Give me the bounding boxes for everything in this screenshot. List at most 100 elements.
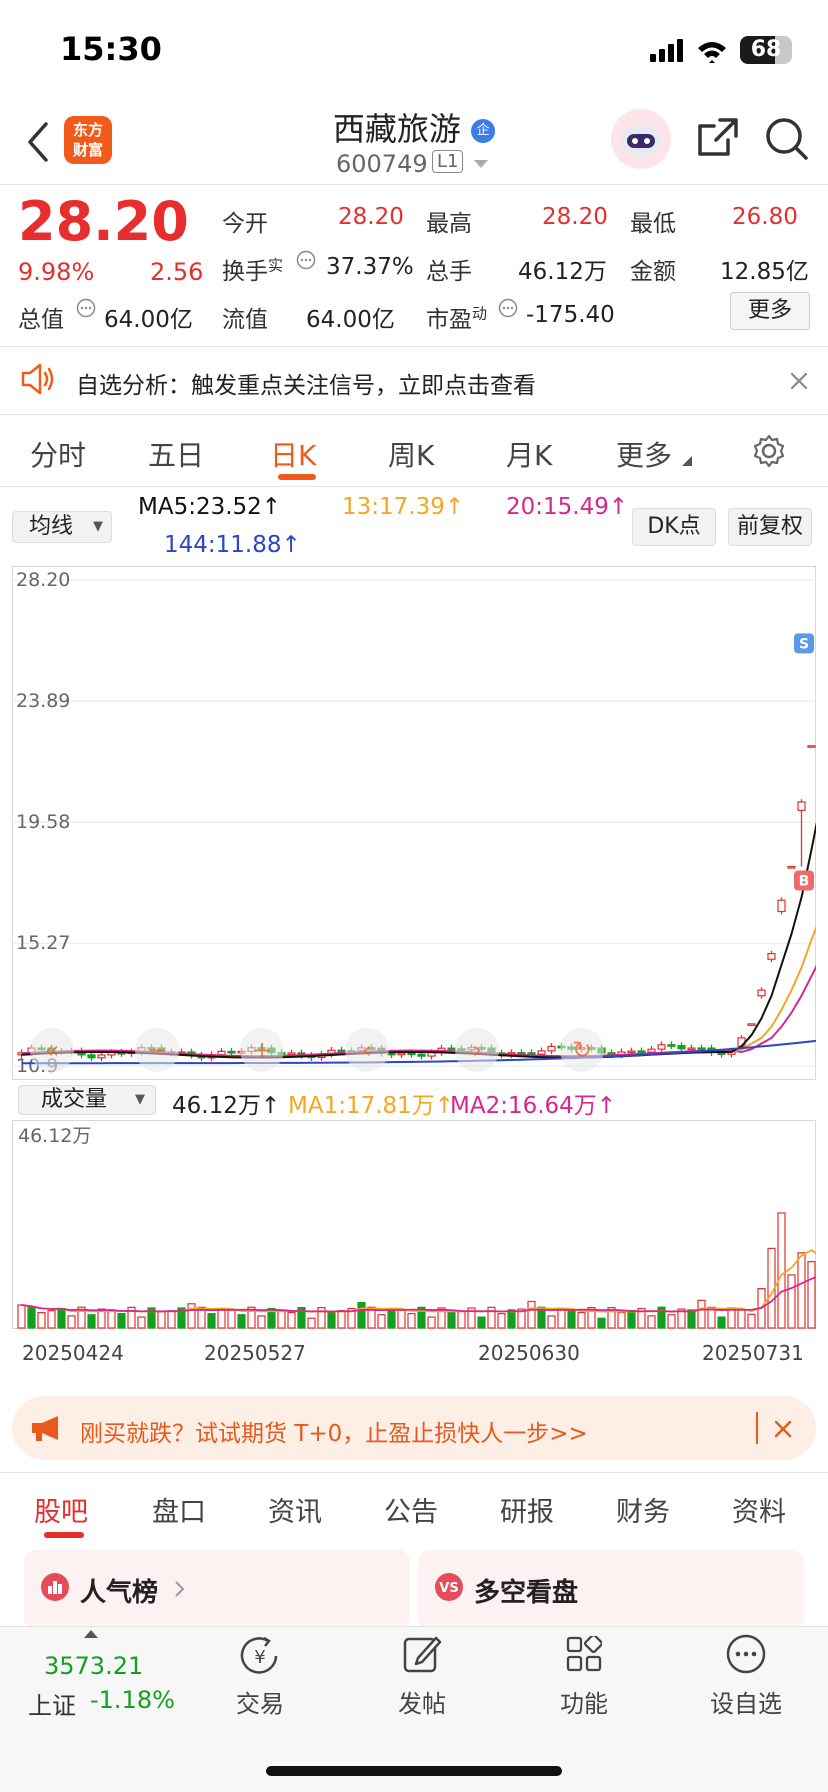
tab-research[interactable]: 研报 [500, 1490, 554, 1529]
chart-control-glyph: − [147, 1036, 167, 1064]
tab-more[interactable]: 更多 [616, 434, 672, 474]
volume-bar [67, 1315, 76, 1329]
open-label: 今开 [222, 211, 268, 237]
candle [217, 1050, 226, 1056]
more-dots-icon[interactable] [726, 1634, 766, 1674]
volume-ma2: MA2:16.64万↑ [450, 1093, 617, 1119]
triangle-down-icon [682, 456, 692, 466]
turnover-real-mark: 实 [268, 256, 284, 275]
x-axis-date-label: 20250630 [478, 1341, 580, 1365]
ranking-icon [41, 1573, 69, 1601]
volume-bar [717, 1316, 726, 1329]
tab-five-day[interactable]: 五日 [148, 434, 204, 474]
volume-bar [647, 1315, 656, 1329]
close-icon[interactable] [790, 372, 808, 390]
tab-guba[interactable]: 股吧 [34, 1490, 88, 1529]
signal-wifi-icons [650, 39, 726, 63]
volume-chart[interactable]: 46.12万 20250424 20250527 20250630 20250731 [12, 1120, 816, 1382]
nav-trade[interactable]: 交易 [190, 1684, 330, 1719]
open-value: 28.20 [338, 204, 404, 230]
candle [527, 1052, 536, 1055]
candle [767, 953, 776, 960]
volume-bar [737, 1308, 746, 1329]
notice-text[interactable]: 自选分析：触发重点关注信号，立即点击查看 [76, 366, 536, 400]
tab-financials[interactable]: 财务 [616, 1490, 670, 1529]
volume-bar [787, 1274, 796, 1329]
candle [407, 1052, 416, 1056]
chart-control-glyph: ↻ [572, 1036, 592, 1064]
robot-assistant-icon[interactable] [610, 108, 672, 170]
volume-bar [27, 1307, 36, 1329]
trade-yuan-icon[interactable]: ¥ [238, 1636, 282, 1676]
nav-add-watchlist[interactable]: 设自选 [676, 1684, 816, 1719]
tab-profile[interactable]: 资料 [732, 1490, 786, 1529]
tab-intraday[interactable]: 分时 [30, 434, 86, 474]
more-button[interactable]: 更多 [730, 292, 810, 330]
y-tick-label: 28.20 [16, 569, 70, 591]
promo-text[interactable]: 刚买就跌？试试期货 T+0，止盈止损快人一步>> [80, 1414, 588, 1448]
search-icon[interactable] [764, 116, 810, 162]
pe-dynamic-mark: 动 [472, 304, 488, 323]
index-value[interactable]: 3573.21 [44, 1652, 143, 1680]
tab-daily-k[interactable]: 日K [270, 434, 316, 474]
volume-bar [187, 1303, 196, 1329]
level-badge[interactable]: L1 [432, 150, 464, 173]
volume-bar [627, 1310, 636, 1329]
popularity-card-title[interactable]: 人气榜 [80, 1572, 158, 1609]
volume-bar [227, 1308, 236, 1329]
candlestick-chart[interactable]: 28.2023.8919.5815.2710.9BS«−+‹›↻ [12, 566, 816, 1080]
index-change[interactable]: -1.18% [90, 1686, 175, 1714]
chart-control-glyph: › [472, 1036, 482, 1064]
candle [97, 1054, 106, 1059]
volume-bar [527, 1300, 536, 1329]
chevron-right-icon[interactable] [174, 1580, 186, 1598]
info-dots-icon[interactable] [76, 298, 96, 318]
candle [397, 1052, 406, 1056]
vs-icon: VS [435, 1573, 463, 1601]
candle [537, 1050, 546, 1055]
tab-weekly-k[interactable]: 周K [388, 434, 434, 474]
chevron-down-icon[interactable] [474, 160, 488, 170]
info-dots-icon[interactable] [498, 298, 518, 318]
candle [547, 1045, 556, 1052]
volume-bar [807, 1261, 816, 1329]
compose-icon[interactable] [402, 1634, 442, 1674]
tab-monthly-k[interactable]: 月K [506, 434, 552, 474]
wifi-icon [698, 42, 726, 63]
volume-bar [447, 1310, 456, 1329]
indicator-selector[interactable]: 均线 ▼ [12, 511, 112, 543]
volume-indicator-selector[interactable]: 成交量 ▼ [18, 1085, 156, 1115]
nav-post[interactable]: 发帖 [352, 1684, 492, 1719]
bull-bear-card-title[interactable]: 多空看盘 [474, 1572, 578, 1609]
share-icon[interactable] [696, 116, 740, 160]
volume-bar [337, 1310, 346, 1329]
nav-functions[interactable]: 功能 [514, 1684, 654, 1719]
tab-news[interactable]: 资讯 [268, 1490, 322, 1529]
ma144-label: 144:11.88↑ [164, 532, 301, 558]
active-section-underline [44, 1532, 84, 1538]
tab-announcements[interactable]: 公告 [384, 1490, 438, 1529]
volume-bar [137, 1316, 146, 1329]
adjust-price-button[interactable]: 前复权 [728, 508, 812, 546]
buy-marker-label: B [799, 874, 810, 890]
volume-bar [497, 1313, 506, 1329]
total-value-label: 总值 [18, 307, 64, 333]
indicator-selector-label: 均线 [29, 514, 74, 539]
volume-bar [157, 1310, 166, 1329]
low-value: 26.80 [732, 204, 798, 230]
gear-icon[interactable] [752, 434, 786, 468]
chart-control-glyph: ‹ [362, 1036, 372, 1064]
volume-bar [617, 1311, 626, 1329]
volume-label: 总手 [426, 259, 472, 285]
volume-bar [597, 1317, 606, 1329]
signal-bar-3 [668, 44, 674, 62]
volume-bar [747, 1313, 756, 1329]
dk-point-button[interactable]: DK点 [632, 508, 716, 546]
close-icon[interactable] [774, 1420, 792, 1438]
volume-bar [667, 1314, 676, 1329]
tab-order-book[interactable]: 盘口 [152, 1490, 206, 1529]
high-value: 28.20 [542, 204, 608, 230]
info-dots-icon[interactable] [296, 250, 316, 270]
grid-apps-icon[interactable] [566, 1636, 602, 1672]
index-name[interactable]: 上证 [28, 1686, 76, 1721]
